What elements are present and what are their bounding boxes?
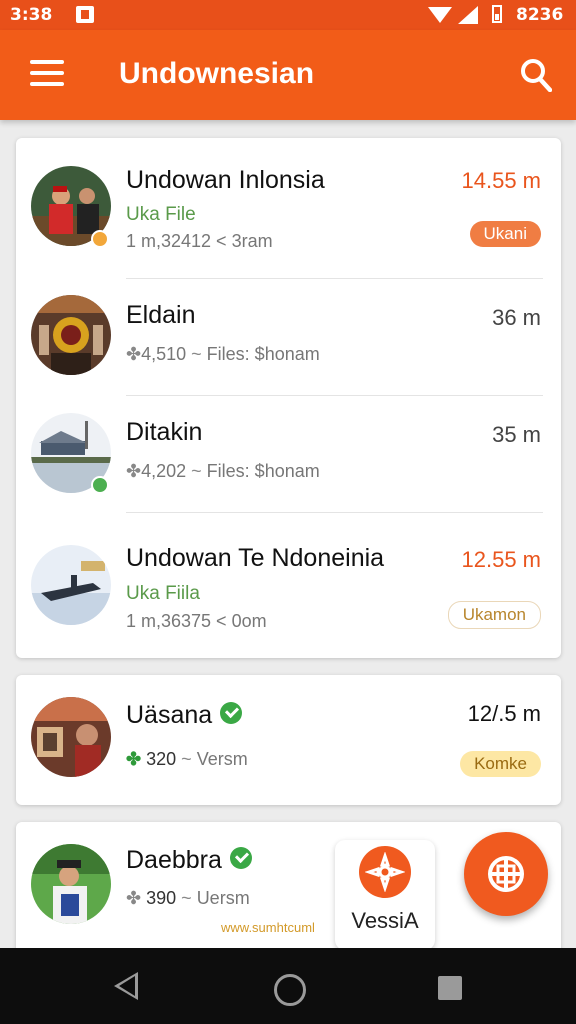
file-list-card: Undowan Inlonsia Uka File 1 m,32412 < 3r… — [16, 138, 561, 658]
status-bar: 3:38 8236 — [0, 0, 576, 30]
flower-icon — [359, 846, 411, 898]
avatar — [31, 844, 111, 924]
recents-icon[interactable] — [438, 976, 462, 1000]
item-size: 35 m — [492, 422, 541, 447]
item-subtitle: Uka Fiila — [126, 583, 200, 604]
app-bar: Undownesian — [0, 30, 576, 120]
item-count: 390 — [146, 888, 177, 908]
status-badge — [91, 476, 109, 494]
item-meta: ✤4,202 ~ Files: $honam — [126, 461, 320, 481]
system-nav-bar — [0, 948, 576, 1024]
grid-icon — [488, 856, 524, 892]
check-icon — [229, 847, 252, 870]
item-tag[interactable]: Ukani — [469, 221, 541, 247]
page-title: Undownesian — [119, 57, 315, 90]
item-title: Eldain — [126, 301, 196, 329]
item-tag[interactable]: Ukamon — [447, 601, 541, 629]
item-size: 14.55 m — [461, 168, 542, 193]
menu-icon[interactable] — [30, 60, 64, 86]
item-title: Undowan Inlonsia — [126, 166, 325, 194]
list-item[interactable]: Ditakin ✤4,202 ~ Files: $honam 35 m — [16, 396, 561, 512]
item-size: 12/.5 m — [467, 701, 541, 726]
item-title: Undowan Te Ndoneinia — [126, 544, 385, 572]
item-meta: ✤ 320 ~ Versm — [126, 749, 248, 769]
signal-icon — [458, 6, 478, 24]
avatar — [31, 295, 111, 375]
battery-icon — [492, 5, 502, 23]
item-size: 12.55 m — [461, 547, 542, 572]
chip-label: VessiA — [351, 908, 419, 933]
item-size: 36 m — [492, 305, 541, 330]
list-item[interactable]: Uäsana ✤ 320 ~ Versm 12/.5 m Komke — [16, 675, 561, 805]
list-item[interactable]: Eldain ✤4,510 ~ Files: $honam 36 m — [16, 279, 561, 395]
item-meta: 1 m,32412 < 3ram — [126, 231, 273, 251]
list-item[interactable]: Undowan Te Ndoneinia Uka Fiila 1 m,36375… — [16, 513, 561, 658]
item-count: 4,510 — [141, 344, 187, 364]
item-url: www.sumhtcuml — [221, 920, 315, 935]
item-meta-rest: Versm — [196, 749, 248, 769]
item-meta-rest: Files: $honam — [206, 461, 320, 481]
list-item[interactable]: Undowan Inlonsia Uka File 1 m,32412 < 3r… — [16, 138, 561, 278]
back-icon[interactable] — [114, 972, 138, 1000]
list-card: Uäsana ✤ 320 ~ Versm 12/.5 m Komke — [16, 675, 561, 805]
item-meta-rest: Uersm — [196, 888, 250, 908]
item-tag[interactable]: Komke — [460, 751, 541, 777]
item-count: 320 — [146, 749, 177, 769]
notification-icon — [76, 6, 94, 23]
item-meta: ✤4,510 ~ Files: $honam — [126, 344, 320, 364]
wifi-icon — [428, 7, 452, 23]
item-meta-rest: Files: $honam — [206, 344, 320, 364]
avatar — [31, 545, 111, 625]
item-subtitle: Uka File — [126, 204, 196, 225]
avatar — [31, 697, 111, 777]
item-count: 4,202 — [141, 461, 187, 481]
status-badge — [91, 230, 109, 248]
item-meta: ✤ 390 ~ Uersm — [126, 888, 250, 908]
status-clock: 8236 — [516, 5, 564, 25]
status-time: 3:38 — [10, 5, 53, 25]
item-meta: 1 m,36375 < 0om — [126, 611, 267, 631]
item-title-text: Uäsana — [126, 701, 213, 729]
item-title: Uäsana — [126, 701, 243, 730]
floating-action-button[interactable] — [464, 832, 548, 916]
floating-chip[interactable]: VessiA — [335, 840, 435, 950]
check-icon — [220, 702, 243, 725]
home-icon[interactable] — [274, 974, 306, 1006]
item-title-text: Daebbra — [126, 846, 222, 874]
item-title: Ditakin — [126, 418, 203, 446]
search-icon[interactable] — [520, 58, 552, 92]
item-title: Daebbra — [126, 846, 252, 875]
